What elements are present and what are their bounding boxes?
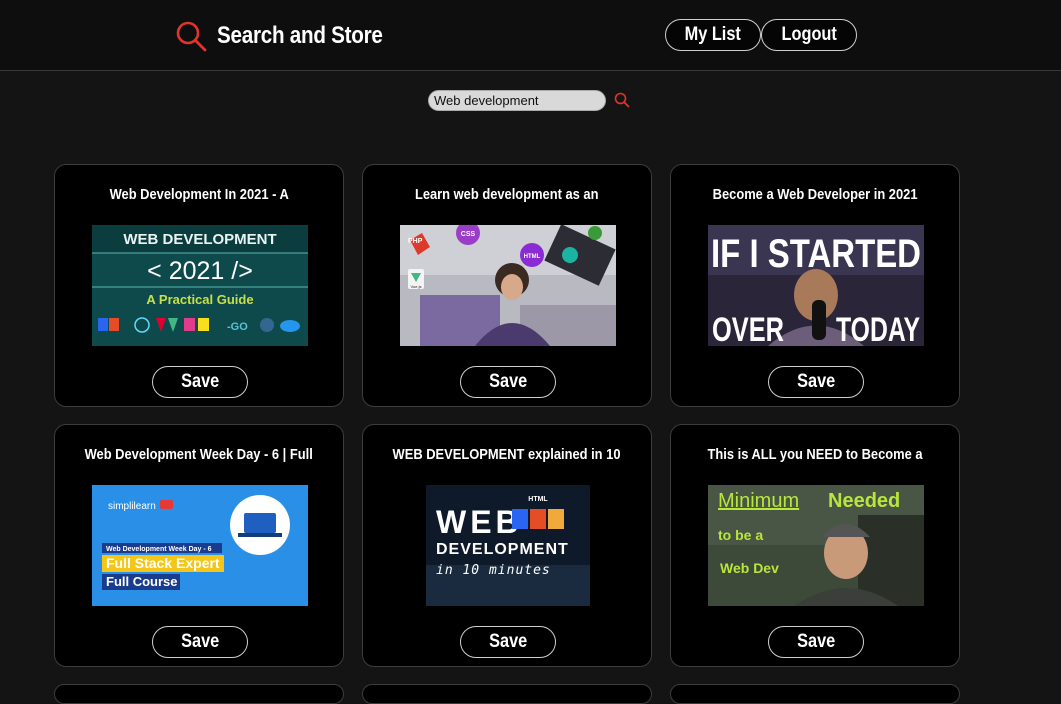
badge-label: HTML [524, 254, 541, 260]
thumbnail-text: TODAY [836, 311, 920, 346]
save-label: Save [180, 631, 220, 652]
result-card [54, 684, 344, 704]
brand: Search and Store [175, 19, 410, 53]
badge-label: Vue.js [411, 284, 422, 289]
thumbnail-text: Minimum [718, 490, 799, 512]
video-thumbnail[interactable]: CSS PHP HTML Vue.js [400, 225, 616, 346]
thumbnail-text: Web Development Week Day - 6 [106, 546, 212, 553]
video-thumbnail[interactable]: WEB DEVELOPMENT < 2021 /> A Practical Gu… [92, 225, 308, 346]
save-label: Save [180, 371, 220, 392]
video-thumbnail[interactable]: Minimum Needed to be a Web Dev [708, 485, 924, 606]
video-thumbnail[interactable]: WEB HTML DEVELOPMENT in 10 minutes [400, 485, 616, 606]
thumbnail-text: Web Dev [720, 560, 779, 576]
video-thumbnail[interactable]: IF I STARTED OVER TODAY [708, 225, 924, 346]
my-list-button[interactable]: My List [665, 19, 761, 51]
result-card: Web Development In 2021 - A WEB DEVELOPM… [54, 164, 344, 407]
badge-label: PHP [408, 238, 423, 245]
result-title: Web Development In 2021 - A [109, 186, 289, 203]
thumbnail-text: to be a [718, 527, 763, 543]
result-card: Learn web development as an CSS PHP HTML… [362, 164, 652, 407]
my-list-label: My List [684, 24, 742, 45]
logout-label: Logout [781, 24, 837, 45]
thumbnail-text: DEVELOPMENT [436, 541, 569, 558]
thumbnail-text: A Practical Guide [146, 292, 253, 307]
result-card [362, 684, 652, 704]
result-title: Web Development Week Day - 6 | Full [84, 446, 314, 463]
app-title: Search and Store [217, 22, 383, 49]
save-button[interactable]: Save [768, 626, 864, 658]
youtube-icon [160, 500, 173, 509]
save-label: Save [488, 371, 528, 392]
html5-icon [548, 509, 564, 529]
svg-text:-GO: -GO [227, 321, 248, 333]
badge-label: HTML [528, 496, 548, 503]
save-label: Save [488, 631, 528, 652]
save-button[interactable]: Save [460, 626, 556, 658]
css3-icon [512, 509, 528, 529]
thumbnail-text: Needed [828, 490, 900, 512]
result-card [670, 684, 960, 704]
save-button[interactable]: Save [152, 366, 248, 398]
thumbnail-text: < 2021 /> [147, 257, 253, 285]
result-title: This is ALL you NEED to Become a [707, 446, 923, 463]
logout-button[interactable]: Logout [761, 19, 857, 51]
result-card: Web Development Week Day - 6 | Full simp… [54, 424, 344, 667]
html5-icon [530, 509, 546, 529]
thumbnail-text: Full Course [106, 574, 178, 589]
result-title: Learn web development as an [415, 186, 599, 203]
thumbnail-text: WEB DEVELOPMENT [123, 231, 276, 248]
thumbnail-text: simplilearn [108, 501, 156, 512]
save-label: Save [796, 631, 836, 652]
save-label: Save [796, 371, 836, 392]
result-title: WEB DEVELOPMENT explained in 10 [393, 446, 621, 463]
save-button[interactable]: Save [460, 366, 556, 398]
search-icon [176, 21, 207, 52]
search-button[interactable] [614, 91, 632, 109]
thumbnail-text: in 10 minutes [436, 563, 551, 578]
result-card: This is ALL you NEED to Become a Minimum… [670, 424, 960, 667]
thumbnail-text: Full Stack Expert [106, 555, 220, 571]
search-input[interactable] [428, 89, 606, 111]
result-card: Become a Web Developer in 2021 IF I STAR… [670, 164, 960, 407]
result-card: WEB DEVELOPMENT explained in 10 WEB HTML… [362, 424, 652, 667]
thumbnail-text: OVER [712, 311, 784, 346]
result-title: Become a Web Developer in 2021 [712, 186, 918, 203]
save-button[interactable]: Save [768, 366, 864, 398]
thumbnail-text: IF I STARTED [711, 232, 921, 276]
thumbnail-text: WEB [436, 504, 523, 540]
video-thumbnail[interactable]: simplilearn Web Development Week Day - 6… [92, 485, 308, 606]
search-icon [614, 92, 630, 108]
top-bar: Search and Store My List Logout [0, 0, 1061, 71]
save-button[interactable]: Save [152, 626, 248, 658]
search-bar [428, 89, 632, 111]
badge-label: CSS [461, 231, 476, 238]
